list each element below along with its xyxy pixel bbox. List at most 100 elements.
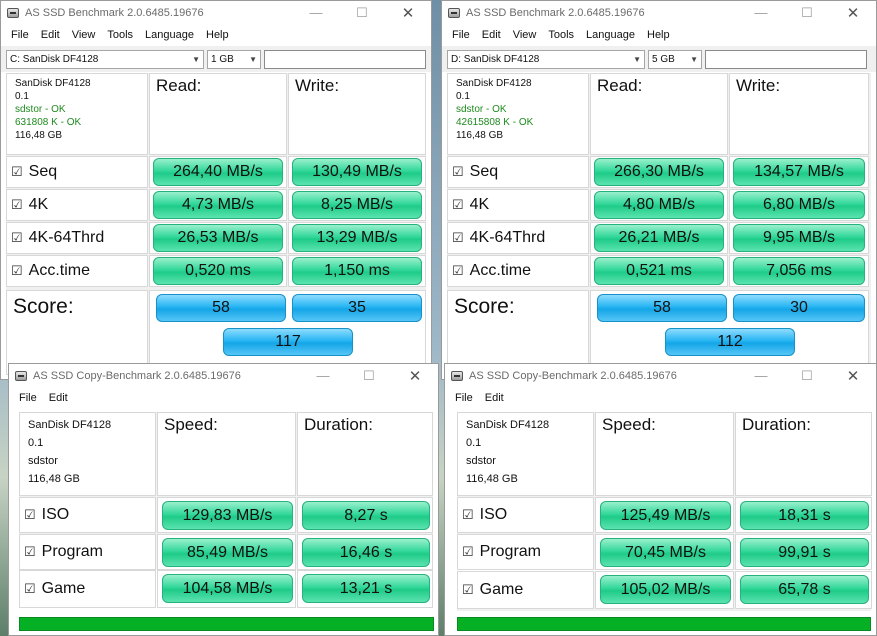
row-label-text: 4K-64Thrd [28, 229, 105, 246]
title-bar[interactable]: AS SSD Copy-Benchmark 2.0.6485.19676 — ☐… [9, 364, 438, 387]
checkbox-icon[interactable]: ☑ [452, 263, 464, 279]
size-select[interactable]: 5 GB ▼ [648, 49, 702, 69]
4k64-write-value: 9,95 MB/s [733, 224, 865, 252]
row-4k-label[interactable]: ☑ 4K [447, 189, 589, 221]
menu-file[interactable]: File [449, 392, 479, 404]
game-duration-value: 65,78 s [740, 575, 869, 604]
close-button[interactable]: ✕ [392, 364, 438, 387]
row-iso-label[interactable]: ☑ ISO [457, 497, 594, 533]
menu-file[interactable]: File [13, 392, 43, 404]
minimize-button[interactable]: — [293, 1, 339, 24]
driver-name: sdstor [28, 455, 58, 467]
row-label-text: Program [479, 543, 542, 560]
drive-select[interactable]: D: SanDisk DF4128 ▼ [447, 49, 645, 69]
speed-header: Speed: [157, 412, 296, 496]
checkbox-icon[interactable]: ☑ [452, 197, 464, 213]
row-seq-label[interactable]: ☑ Seq [447, 156, 589, 188]
row-game-label[interactable]: ☑ Game [457, 571, 594, 609]
drive-model: SanDisk DF4128 [28, 419, 112, 431]
checkbox-icon[interactable]: ☑ [11, 197, 23, 213]
menu-tools[interactable]: Tools [542, 29, 580, 41]
checkbox-icon[interactable]: ☑ [452, 164, 464, 180]
checkbox-icon[interactable]: ☑ [452, 230, 464, 246]
program-speed-value: 70,45 MB/s [600, 538, 731, 567]
status-textbox[interactable] [264, 49, 426, 69]
status-textbox[interactable] [705, 49, 867, 69]
checkbox-icon[interactable]: ☑ [11, 164, 23, 180]
capacity: 116,48 GB [15, 130, 63, 141]
checkbox-icon[interactable]: ☑ [462, 507, 474, 523]
chevron-down-icon: ▼ [192, 54, 200, 64]
checkbox-icon[interactable]: ☑ [11, 230, 23, 246]
maximize-button[interactable]: ☐ [346, 364, 392, 387]
menu-tools[interactable]: Tools [101, 29, 139, 41]
checkbox-icon[interactable]: ☑ [462, 582, 474, 598]
menu-edit[interactable]: Edit [479, 392, 510, 404]
title-bar[interactable]: AS SSD Benchmark 2.0.6485.19676 — ☐ ✕ [442, 1, 876, 24]
close-button[interactable]: ✕ [830, 364, 876, 387]
row-label-text: Seq [28, 163, 58, 180]
4k-write-value: 8,25 MB/s [292, 191, 422, 219]
maximize-button[interactable]: ☐ [784, 364, 830, 387]
checkbox-icon[interactable]: ☑ [24, 507, 36, 523]
4k64-read-value: 26,21 MB/s [594, 224, 724, 252]
row-label-text: 4K [28, 196, 49, 213]
4k64-read-value: 26,53 MB/s [153, 224, 283, 252]
menu-file[interactable]: File [5, 29, 35, 41]
close-button[interactable]: ✕ [385, 1, 431, 24]
checkbox-icon[interactable]: ☑ [24, 581, 36, 597]
menu-view[interactable]: View [507, 29, 543, 41]
row-seq-label[interactable]: ☑ Seq [6, 156, 148, 188]
menu-edit[interactable]: Edit [476, 29, 507, 41]
drive-select[interactable]: C: SanDisk DF4128 ▼ [6, 49, 204, 69]
4k-write-value: 6,80 MB/s [733, 191, 865, 219]
duration-header: Duration: [297, 412, 433, 496]
row-acctime-label[interactable]: ☑ Acc.time [447, 255, 589, 287]
row-label-text: Program [41, 543, 104, 560]
menu-view[interactable]: View [66, 29, 102, 41]
drive-model: SanDisk DF4128 [456, 78, 532, 89]
row-game-label[interactable]: ☑ Game [19, 570, 156, 608]
duration-header: Duration: [735, 412, 872, 496]
4k64-write-value: 13,29 MB/s [292, 224, 422, 252]
drive-info-panel: SanDisk DF4128 0.1 sdstor 116,48 GB [19, 412, 156, 496]
row-4k64-label[interactable]: ☑ 4K-64Thrd [6, 222, 148, 254]
checkbox-icon[interactable]: ☑ [462, 544, 474, 560]
row-program-label[interactable]: ☑ Program [457, 534, 594, 570]
row-acctime-label[interactable]: ☑ Acc.time [6, 255, 148, 287]
window-title: AS SSD Copy-Benchmark 2.0.6485.19676 [469, 369, 677, 382]
size-select[interactable]: 1 GB ▼ [207, 49, 261, 69]
menu-edit[interactable]: Edit [43, 392, 74, 404]
menu-language[interactable]: Language [139, 29, 200, 41]
menu-file[interactable]: File [446, 29, 476, 41]
acctime-read-value: 0,521 ms [594, 257, 724, 285]
close-button[interactable]: ✕ [830, 1, 876, 24]
capacity: 116,48 GB [456, 130, 504, 141]
menu-language[interactable]: Language [580, 29, 641, 41]
minimize-button[interactable]: — [738, 364, 784, 387]
minimize-button[interactable]: — [738, 1, 784, 24]
minimize-button[interactable]: — [300, 364, 346, 387]
maximize-button[interactable]: ☐ [784, 1, 830, 24]
menu-help[interactable]: Help [200, 29, 235, 41]
menu-help[interactable]: Help [641, 29, 676, 41]
menu-edit[interactable]: Edit [35, 29, 66, 41]
row-label-text: Game [479, 581, 524, 598]
row-iso-label[interactable]: ☑ ISO [19, 497, 156, 533]
row-4k64-label[interactable]: ☑ 4K-64Thrd [447, 222, 589, 254]
read-header: Read: [590, 73, 728, 155]
row-program-label[interactable]: ☑ Program [19, 534, 156, 570]
maximize-button[interactable]: ☐ [339, 1, 385, 24]
row-label-text: Seq [469, 163, 499, 180]
progress-bar [19, 617, 434, 631]
score-read: 58 [156, 294, 286, 322]
copy-benchmark-window-1: AS SSD Copy-Benchmark 2.0.6485.19676 — ☐… [8, 363, 439, 636]
title-bar[interactable]: AS SSD Benchmark 2.0.6485.19676 — ☐ ✕ [1, 1, 431, 24]
row-4k-label[interactable]: ☑ 4K [6, 189, 148, 221]
program-speed-value: 85,49 MB/s [162, 538, 293, 567]
title-bar[interactable]: AS SSD Copy-Benchmark 2.0.6485.19676 — ☐… [445, 364, 876, 387]
checkbox-icon[interactable]: ☑ [11, 263, 23, 279]
copy-results-grid: SanDisk DF4128 0.1 sdstor 116,48 GB Spee… [19, 412, 433, 570]
checkbox-icon[interactable]: ☑ [24, 544, 36, 560]
app-icon [15, 370, 27, 381]
